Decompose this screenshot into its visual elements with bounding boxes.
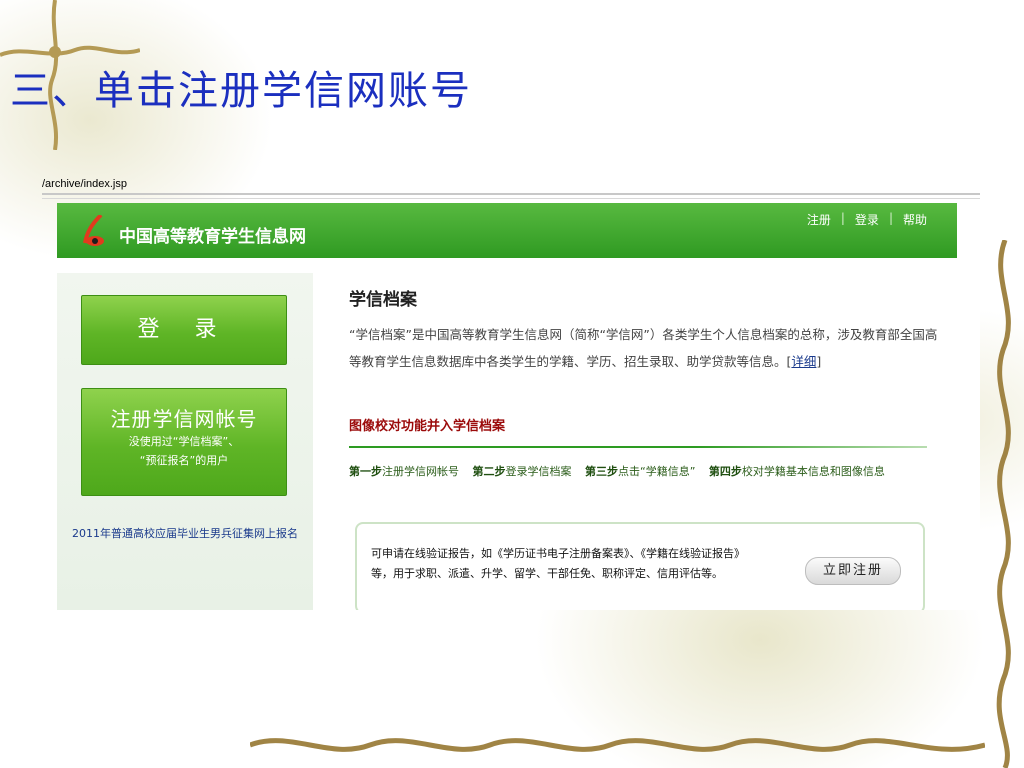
sidebar: 登 录 注册学信网帐号 没使用过“学信档案”、 “预征报名”的用户 2011年普… <box>57 273 313 610</box>
step-4-text: 校对学籍基本信息和图像信息 <box>741 465 885 478</box>
url-divider <box>42 193 980 195</box>
slide-title: 三、单击注册学信网账号 <box>10 68 472 114</box>
register-button-subtext-1: 没使用过“学信档案”、 <box>128 435 240 448</box>
nav-separator: | <box>840 211 845 225</box>
step-2-text: 登录学信档案 <box>505 465 572 478</box>
description-text: “学信档案”是中国高等教育学生信息网（简称“学信网”）各类学生个人信息档案的总称… <box>349 327 938 369</box>
step-3-text: 点击“学籍信息” <box>618 465 696 478</box>
section-title: 学信档案 <box>349 290 417 310</box>
register-button-subtext-2: “预征报名”的用户 <box>139 454 229 467</box>
step-3-label: 第三步 <box>585 465 618 478</box>
nav-separator: | <box>888 211 893 225</box>
merge-notice-title: 图像校对功能并入学信档案 <box>349 419 506 434</box>
site-name: 中国高等教育学生信息网 <box>119 227 306 247</box>
right-vine-decoration <box>996 240 1011 768</box>
section-description: “学信档案”是中国高等教育学生信息网（简称“学信网”）各类学生个人信息档案的总称… <box>349 327 938 369</box>
bottom-vine-decoration <box>250 738 985 752</box>
top-nav-links: 注册 | 登录 | 帮助 <box>807 211 927 228</box>
step-1-text: 注册学信网帐号 <box>382 465 459 478</box>
register-button-label: 注册学信网帐号 <box>110 407 258 431</box>
steps-list: 第一步注册学信网帐号 第二步登录学信档案 第三步点击“学籍信息” 第四步校对学籍… <box>349 463 949 479</box>
browser-url: /archive/index.jsp <box>42 178 127 190</box>
nav-login-link[interactable]: 登录 <box>855 211 879 228</box>
nav-help-link[interactable]: 帮助 <box>903 211 927 228</box>
promo-line-2: 等，用于求职、派遣、升学、留学、干部任免、职称评定、信用评估等。 <box>371 567 723 580</box>
merge-divider <box>349 446 927 448</box>
verification-promo-box: 可申请在线验证报告，如《学历证书电子注册备案表》、《学籍在线验证报告》 等，用于… <box>355 522 925 610</box>
step-1-label: 第一步 <box>349 465 382 478</box>
register-now-button[interactable]: 立即注册 <box>805 557 901 585</box>
promo-line-1: 可申请在线验证报告，如《学历证书电子注册备案表》、《学籍在线验证报告》 <box>371 547 745 560</box>
site-header: 中国高等教育学生信息网 注册 | 登录 | 帮助 <box>57 203 957 258</box>
website-screenshot: 中国高等教育学生信息网 注册 | 登录 | 帮助 登 录 注册学信网帐号 没使用… <box>57 203 980 610</box>
login-button[interactable]: 登 录 <box>81 295 287 365</box>
details-link[interactable]: 详细 <box>791 354 816 369</box>
nav-register-link[interactable]: 注册 <box>807 211 831 228</box>
register-account-button[interactable]: 注册学信网帐号 没使用过“学信档案”、 “预征报名”的用户 <box>81 388 287 496</box>
enlistment-registration-link[interactable]: 2011年普通高校应届毕业生男兵征集网上报名 <box>57 525 313 541</box>
chsi-logo-icon <box>83 215 104 246</box>
step-4-label: 第四步 <box>708 465 742 478</box>
header-gap <box>957 203 980 258</box>
step-2-label: 第二步 <box>472 465 506 478</box>
promo-text: 可申请在线验证报告，如《学历证书电子注册备案表》、《学籍在线验证报告》 等，用于… <box>371 544 811 584</box>
url-divider-secondary <box>42 198 980 199</box>
